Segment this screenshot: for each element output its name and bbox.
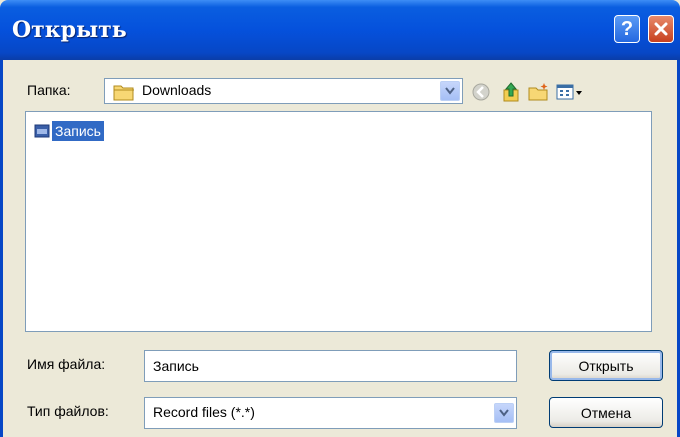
chevron-down-icon [445,87,455,95]
filetype-dropdown-button[interactable] [494,403,514,423]
new-folder-icon [528,83,548,101]
up-folder-button[interactable] [499,80,523,104]
close-icon [654,22,668,36]
help-icon: ? [620,17,634,40]
file-list[interactable]: Запись [25,111,652,332]
folder-dropdown-button[interactable] [440,81,460,101]
filetype-label: Тип файлов: [27,403,109,419]
list-item[interactable]: Запись [34,121,104,141]
folder-value: Downloads [142,82,212,98]
back-button[interactable] [469,80,493,104]
folder-label: Папка: [27,82,71,98]
back-icon [472,83,490,101]
views-menu-icon [556,84,582,100]
help-button[interactable]: ? [614,15,640,43]
file-name: Запись [52,121,104,141]
window-title: Открыть [12,17,127,43]
up-folder-icon [503,82,519,102]
filename-input[interactable]: Запись [144,350,517,382]
title-bar[interactable]: Открыть ? [0,0,680,60]
filetype-combo[interactable]: Record files (*.*) [144,397,517,429]
folder-combo[interactable]: Downloads [104,78,463,104]
record-file-icon [34,124,50,138]
new-folder-button[interactable] [527,80,551,104]
views-menu-button[interactable] [556,80,584,104]
filename-label: Имя файла: [27,356,106,372]
close-button[interactable] [648,15,674,43]
chevron-down-icon [499,409,509,417]
filetype-value: Record files (*.*) [153,404,255,420]
cancel-button[interactable]: Отмена [549,397,663,428]
open-button[interactable]: Открыть [549,350,663,381]
folder-icon [113,85,134,101]
